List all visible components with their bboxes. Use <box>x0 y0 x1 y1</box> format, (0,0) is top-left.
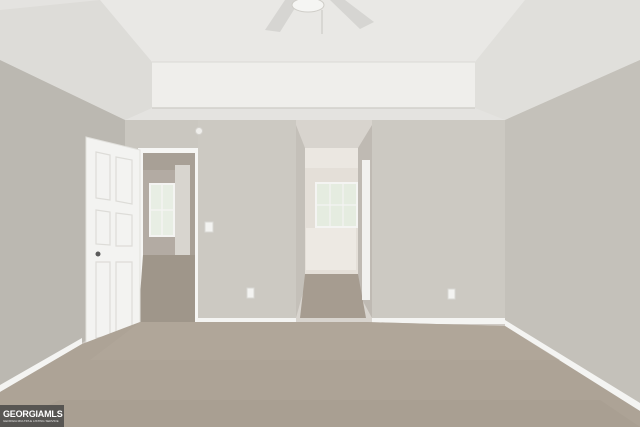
room-illustration <box>0 0 640 427</box>
outlet-2 <box>447 288 456 300</box>
bathtub <box>306 228 356 270</box>
watermark-sub-text: GEORGIA MULTIPLE LISTING SERVICE <box>3 419 59 423</box>
smoke-detector <box>195 127 203 135</box>
light-switch <box>204 221 214 233</box>
watermark-main-text: GEORGIAMLS <box>3 409 63 419</box>
outlet-1 <box>246 287 255 299</box>
open-door <box>85 136 141 351</box>
tray-ceiling-inner <box>152 62 475 108</box>
door-knob <box>95 251 101 257</box>
right-back-wall <box>372 120 505 322</box>
listing-watermark: GEORGIAMLS GEORGIA MULTIPLE LISTING SERV… <box>0 405 64 427</box>
room-photo: GEORGIAMLS GEORGIA MULTIPLE LISTING SERV… <box>0 0 640 427</box>
